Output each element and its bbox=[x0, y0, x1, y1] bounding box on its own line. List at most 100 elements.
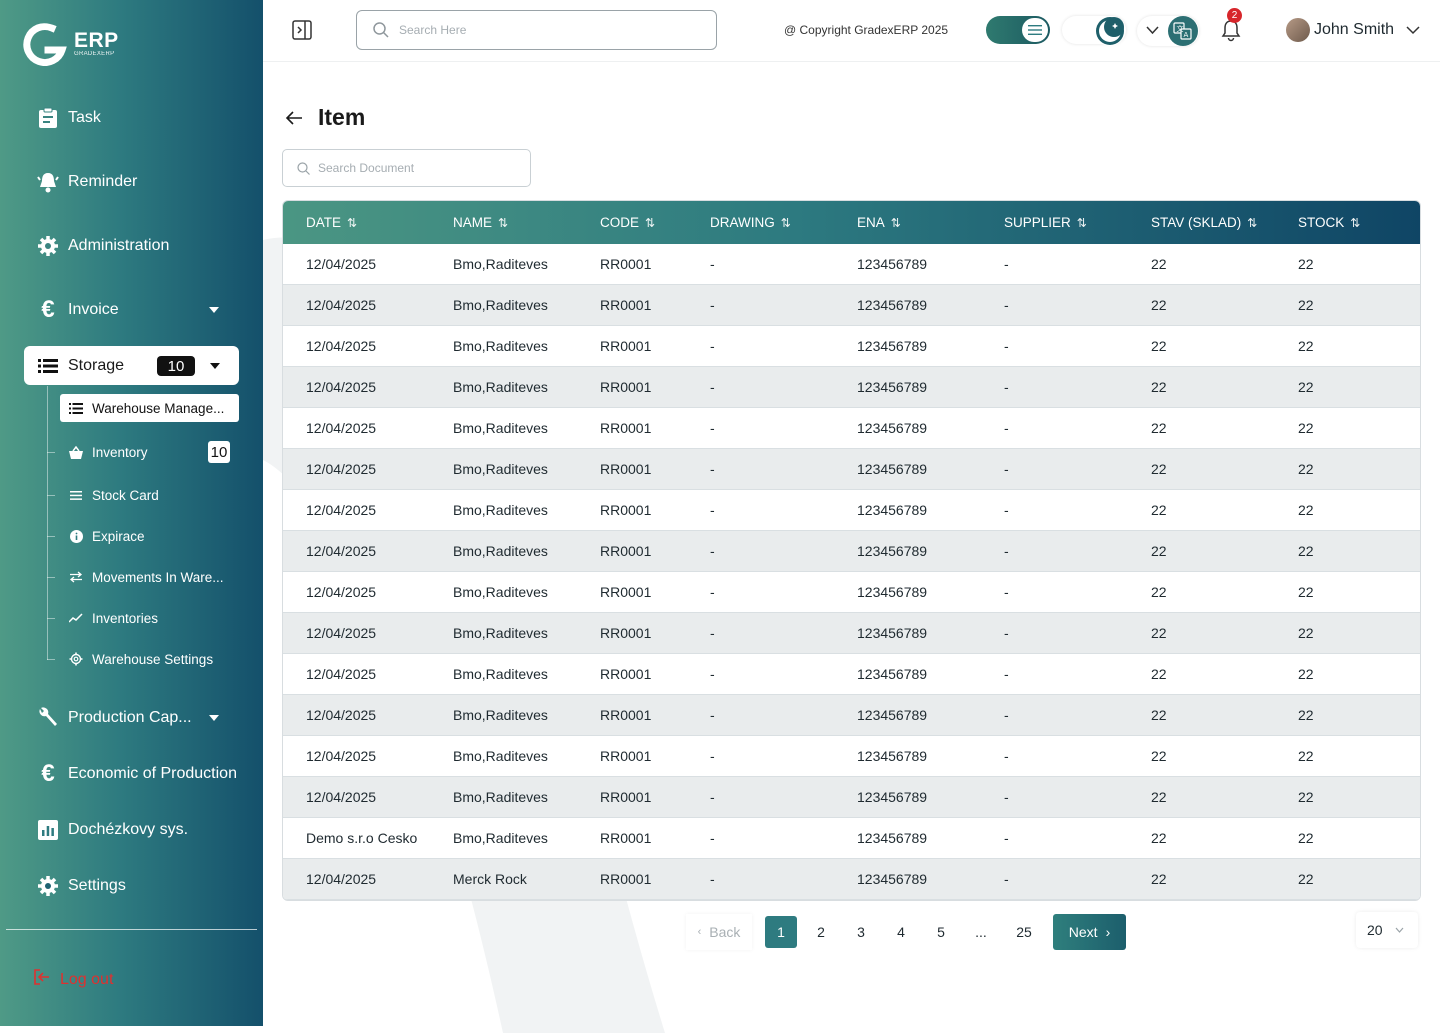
tree-tick bbox=[47, 659, 55, 660]
column-header-ena[interactable]: ENA ⇅ bbox=[857, 215, 901, 230]
sort-icon: ⇅ bbox=[780, 215, 791, 230]
sidebar-item-administration[interactable]: Administration bbox=[36, 234, 169, 258]
column-header-stock[interactable]: STOCK ⇅ bbox=[1298, 215, 1360, 230]
document-search[interactable] bbox=[282, 149, 531, 187]
pagination-back-button[interactable]: ‹ Back bbox=[686, 914, 752, 950]
cell-code: RR0001 bbox=[600, 461, 652, 477]
column-header-stav-sklad[interactable]: STAV (SKLAD) ⇅ bbox=[1151, 215, 1257, 230]
cell-stock: 22 bbox=[1298, 379, 1314, 395]
cell-ena: 123456789 bbox=[857, 379, 928, 395]
table-row[interactable]: 12/04/2025 Bmo,Raditeves RR0001 - 123456789 -… bbox=[283, 777, 1420, 818]
cell-name: Bmo,Raditeves bbox=[453, 543, 548, 559]
sidebar-subitem-movements[interactable]: Movements In Ware... bbox=[60, 563, 224, 591]
cell-stav-sklad: 22 bbox=[1151, 584, 1167, 600]
global-search-input[interactable] bbox=[399, 23, 679, 37]
sidebar-item-production-capacity[interactable]: Production Cap... bbox=[36, 706, 192, 730]
table-row[interactable]: 12/04/2025 Bmo,Raditeves RR0001 - 123456789 -… bbox=[283, 244, 1420, 285]
logo[interactable]: ERP GRADEXERP bbox=[22, 22, 119, 66]
sidebar-item-settings[interactable]: Settings bbox=[36, 874, 126, 898]
table-row[interactable]: 12/04/2025 Merck Rock RR0001 - 123456789 - 22 2… bbox=[283, 859, 1420, 900]
column-header-drawing[interactable]: DRAWING ⇅ bbox=[710, 215, 791, 230]
cell-stock: 22 bbox=[1298, 256, 1314, 272]
menu-toggle[interactable] bbox=[986, 16, 1050, 44]
cell-drawing: - bbox=[710, 502, 715, 518]
cell-stock: 22 bbox=[1298, 666, 1314, 682]
column-header-date[interactable]: DATE ⇅ bbox=[306, 215, 357, 230]
cell-stav-sklad: 22 bbox=[1151, 748, 1167, 764]
column-header-label: SUPPLIER bbox=[1004, 215, 1071, 230]
sidebar-item-dochazkovy[interactable]: Dochézkovy sys. bbox=[36, 818, 188, 842]
theme-toggle[interactable] bbox=[1062, 16, 1126, 46]
column-header-supplier[interactable]: SUPPLIER ⇅ bbox=[1004, 215, 1087, 230]
table-row[interactable]: 12/04/2025 Bmo,Raditeves RR0001 - 123456789 -… bbox=[283, 326, 1420, 367]
sidebar-item-storage[interactable]: Storage 10 bbox=[24, 346, 239, 385]
sidebar-item-label: Task bbox=[68, 109, 101, 126]
table-row[interactable]: Demo s.r.o Cesko Bmo,Raditeves RR0001 - 1234… bbox=[283, 818, 1420, 859]
table-row[interactable]: 12/04/2025 Bmo,Raditeves RR0001 - 123456789 -… bbox=[283, 490, 1420, 531]
chevron-down-icon[interactable] bbox=[209, 307, 219, 313]
column-header-code[interactable]: CODE ⇅ bbox=[600, 215, 655, 230]
sort-icon: ⇅ bbox=[498, 215, 509, 230]
pagination-page-last[interactable]: 25 bbox=[1008, 916, 1040, 948]
pagination-page-4[interactable]: 4 bbox=[885, 916, 917, 948]
sidebar-subitem-stock-card[interactable]: Stock Card bbox=[60, 481, 159, 509]
cell-name: Bmo,Raditeves bbox=[453, 748, 548, 764]
sidebar-item-reminder[interactable]: Reminder bbox=[36, 170, 137, 194]
search-icon bbox=[297, 161, 310, 175]
table-header: DATE ⇅ NAME ⇅ CODE ⇅ DRAWING ⇅ ENA ⇅ SUPPLIER… bbox=[283, 201, 1420, 244]
chevron-down-icon[interactable] bbox=[209, 715, 219, 721]
cell-date: 12/04/2025 bbox=[306, 666, 377, 682]
table-row[interactable]: 12/04/2025 Bmo,Raditeves RR0001 - 123456789 -… bbox=[283, 695, 1420, 736]
sidebar-item-economic-of-production[interactable]: € Economic of Production bbox=[36, 760, 237, 787]
cell-stock: 22 bbox=[1298, 584, 1314, 600]
table-body: 12/04/2025 Bmo,Raditeves RR0001 - 123456789 -… bbox=[283, 244, 1420, 900]
cell-stock: 22 bbox=[1298, 297, 1314, 313]
sort-icon: ⇅ bbox=[890, 215, 901, 230]
table-row[interactable]: 12/04/2025 Bmo,Raditeves RR0001 - 123456789 -… bbox=[283, 449, 1420, 490]
cell-date: 12/04/2025 bbox=[306, 789, 377, 805]
cell-date: 12/04/2025 bbox=[306, 379, 377, 395]
sidebar-subitem-expirace[interactable]: Expirace bbox=[60, 522, 145, 550]
sidebar-item-label: Economic of Production bbox=[68, 765, 237, 782]
document-search-input[interactable] bbox=[318, 161, 508, 175]
cell-drawing: - bbox=[710, 584, 715, 600]
cell-code: RR0001 bbox=[600, 297, 652, 313]
pagination-page-3[interactable]: 3 bbox=[845, 916, 877, 948]
table-row[interactable]: 12/04/2025 Bmo,Raditeves RR0001 - 123456789 -… bbox=[283, 408, 1420, 449]
table-row[interactable]: 12/04/2025 Bmo,Raditeves RR0001 - 123456789 -… bbox=[283, 736, 1420, 777]
pagination-next-button[interactable]: Next › bbox=[1053, 914, 1126, 950]
sidebar-subitem-warehouse-settings[interactable]: Warehouse Settings bbox=[60, 645, 213, 673]
back-arrow-icon[interactable] bbox=[284, 108, 304, 128]
pagination-page-1[interactable]: 1 bbox=[765, 916, 797, 948]
cell-stock: 22 bbox=[1298, 830, 1314, 846]
column-header-name[interactable]: NAME ⇅ bbox=[453, 215, 508, 230]
pagination-page-5[interactable]: 5 bbox=[925, 916, 957, 948]
gear-icon bbox=[36, 234, 60, 258]
pagination-page-2[interactable]: 2 bbox=[805, 916, 837, 948]
table-row[interactable]: 12/04/2025 Bmo,Raditeves RR0001 - 123456789 -… bbox=[283, 531, 1420, 572]
cell-code: RR0001 bbox=[600, 256, 652, 272]
cell-ena: 123456789 bbox=[857, 338, 928, 354]
table-row[interactable]: 12/04/2025 Bmo,Raditeves RR0001 - 123456789 -… bbox=[283, 285, 1420, 326]
rows-per-page-select[interactable]: 20 bbox=[1356, 912, 1418, 948]
sidebar-subitem-inventories[interactable]: Inventories bbox=[60, 604, 158, 632]
column-header-label: STAV (SKLAD) bbox=[1151, 215, 1242, 230]
cell-supplier: - bbox=[1004, 625, 1009, 641]
sidebar-item-invoice[interactable]: € Invoice bbox=[36, 296, 118, 323]
table-row[interactable]: 12/04/2025 Bmo,Raditeves RR0001 - 123456789 -… bbox=[283, 367, 1420, 408]
table-row[interactable]: 12/04/2025 Bmo,Raditeves RR0001 - 123456789 -… bbox=[283, 572, 1420, 613]
chevron-down-icon[interactable] bbox=[210, 363, 220, 369]
sidebar-subitem-inventory[interactable]: Inventory bbox=[60, 438, 148, 466]
svg-text:文: 文 bbox=[1177, 24, 1184, 33]
basket-icon bbox=[68, 445, 84, 459]
table-row[interactable]: 12/04/2025 Bmo,Raditeves RR0001 - 123456789 -… bbox=[283, 613, 1420, 654]
sidebar-item-task[interactable]: Task bbox=[36, 106, 101, 130]
global-search[interactable] bbox=[356, 10, 717, 50]
sidebar-toggle-icon[interactable] bbox=[292, 20, 312, 40]
sidebar-subitem-warehouse-management[interactable]: Warehouse Manage... bbox=[60, 394, 239, 422]
translate-icon[interactable]: 文A bbox=[1168, 16, 1198, 46]
logout-button[interactable]: Log out bbox=[32, 967, 113, 992]
user-menu[interactable]: John Smith bbox=[1286, 18, 1420, 42]
table-row[interactable]: 12/04/2025 Bmo,Raditeves RR0001 - 123456789 -… bbox=[283, 654, 1420, 695]
cell-name: Bmo,Raditeves bbox=[453, 707, 548, 723]
